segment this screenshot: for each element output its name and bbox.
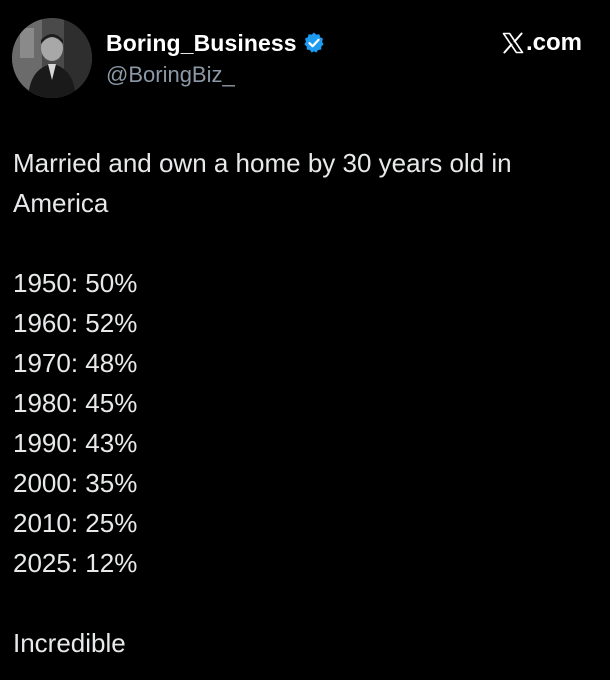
stat-line: 1990: 43%	[13, 428, 138, 458]
stat-line: 2010: 25%	[13, 508, 138, 538]
stat-line: 2025: 12%	[13, 548, 138, 578]
portrait-photo-icon	[12, 18, 92, 98]
stat-line: 1980: 45%	[13, 388, 138, 418]
handle[interactable]: @BoringBiz_	[106, 62, 235, 88]
stat-line: 1950: 50%	[13, 268, 138, 298]
tweet-headline: Married and own a home by 30 years old i…	[13, 148, 512, 218]
stats-list: 1950: 50% 1960: 52% 1970: 48% 1980: 45% …	[13, 263, 598, 583]
brand-domain: .com	[525, 29, 582, 56]
display-name-row: Boring_Business	[106, 28, 326, 58]
stat-line: 2000: 35%	[13, 468, 138, 498]
verified-badge-icon	[302, 31, 326, 55]
stat-line: 1960: 52%	[13, 308, 138, 338]
tweet-body: Married and own a home by 30 years old i…	[13, 143, 598, 663]
tweet-closing: Incredible	[13, 628, 126, 658]
avatar[interactable]	[12, 18, 92, 98]
display-name[interactable]: Boring_Business	[106, 30, 297, 57]
stat-line: 1970: 48%	[13, 348, 138, 378]
x-logo-icon	[501, 31, 525, 55]
tweet-header: Boring_Business @BoringBiz_ .com	[0, 0, 610, 110]
brand-watermark: .com	[501, 28, 582, 58]
